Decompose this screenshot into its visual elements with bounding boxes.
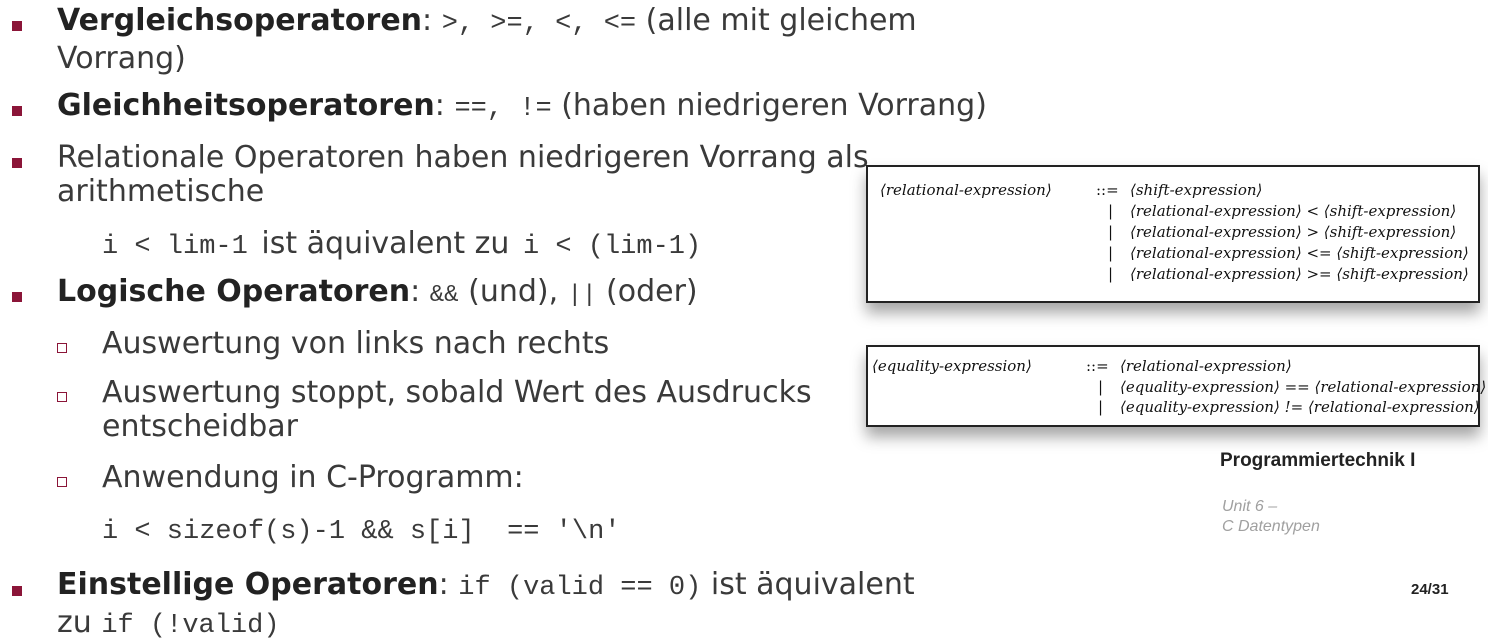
colon: : <box>434 88 445 123</box>
bullet-text: (alle mit gleichem <box>645 3 917 38</box>
code-expression: i < lim-1 <box>102 232 248 262</box>
grammar-definition-symbol: ::= <box>1096 181 1119 199</box>
operator-and: && <box>429 282 459 309</box>
bullet-marker <box>12 106 22 116</box>
bullet-relational-line1: Relationale Operatoren haben niedrigeren… <box>57 140 869 175</box>
grammar-rule: ⟨equality-expression⟩ == ⟨relational-exp… <box>1120 378 1487 396</box>
operators-code: >, >=, <, <= <box>441 9 637 39</box>
sub-bullet-short-circuit-line2: entscheidbar <box>102 409 298 444</box>
operator-or: || <box>567 282 597 309</box>
bullet-vergleichsoperatoren: Vergleichsoperatoren: >, >=, <, <= (alle… <box>57 4 917 41</box>
grammar-alternative-bar: | <box>1108 244 1114 262</box>
grammar-rule: ⟨relational-expression⟩ >= ⟨shift-expres… <box>1130 265 1469 283</box>
operators-code: ==, != <box>454 94 552 124</box>
grammar-alternative-bar: | <box>1108 265 1114 283</box>
code-expression: if (valid == 0) <box>458 573 702 603</box>
course-title: Programmiertechnik I <box>1220 450 1416 471</box>
bullet-text-line2: Vorrang) <box>57 41 186 76</box>
sub-bullet-marker <box>57 477 67 487</box>
grammar-alternative-bar: | <box>1098 398 1104 416</box>
grammar-rule: ⟨shift-expression⟩ <box>1130 181 1263 199</box>
grammar-definition-symbol: ::= <box>1086 357 1109 375</box>
term-bold: Gleichheitsoperatoren <box>57 88 435 123</box>
colon: : <box>438 567 449 602</box>
sub-bullet-evaluation-order: Auswertung von links nach rechts <box>102 326 610 361</box>
grammar-box-relational: ⟨relational-expression⟩ ::= ⟨shift-expre… <box>866 165 1480 303</box>
term-bold: Logische Operatoren <box>57 274 411 309</box>
grammar-alternative-bar: | <box>1108 223 1114 241</box>
sub-bullet-application: Anwendung in C-Programm: <box>102 460 524 495</box>
grammar-rule: ⟨relational-expression⟩ < ⟨shift-express… <box>1130 202 1457 220</box>
example-text: ist äquivalent zu <box>261 226 510 261</box>
bullet-einstellige-operatoren: Einstellige Operatoren: if (valid == 0) … <box>57 568 915 605</box>
bullet-marker <box>12 21 22 31</box>
grammar-lhs: ⟨equality-expression⟩ <box>872 357 1032 375</box>
grammar-alternative-bar: | <box>1108 202 1114 220</box>
code-example-sizeof: i < sizeof(s)-1 && s[i] == '\n' <box>102 517 621 547</box>
bullet-marker <box>12 158 22 168</box>
code-expression: if (!valid) <box>101 611 280 641</box>
bullet-text: ist äquivalent <box>710 567 915 602</box>
sub-bullet-marker <box>57 392 67 402</box>
grammar-lhs: ⟨relational-expression⟩ <box>880 181 1052 199</box>
colon: : <box>410 274 421 309</box>
code-expression: i < (lim-1) <box>522 232 702 262</box>
bullet-text: zu <box>57 605 92 640</box>
unit-label-line2: C Datentypen <box>1222 518 1320 535</box>
bullet-gleichheitsoperatoren: Gleichheitsoperatoren: ==, != (haben nie… <box>57 89 987 126</box>
grammar-alternative-bar: | <box>1098 378 1104 396</box>
grammar-rule: ⟨equality-expression⟩ != ⟨relational-exp… <box>1120 398 1480 416</box>
bullet-relational-line2: arithmetische <box>57 174 265 209</box>
sub-bullet-short-circuit-line1: Auswertung stoppt, sobald Wert des Ausdr… <box>102 375 812 410</box>
colon: : <box>422 3 433 38</box>
bullet-einstellige-line2: zu if (!valid) <box>57 606 280 643</box>
and-text: (und), <box>468 274 559 309</box>
bullet-marker <box>12 586 22 596</box>
unit-label-line1: Unit 6 – <box>1222 498 1278 515</box>
bullet-text: (haben niedrigeren Vorrang) <box>561 88 987 123</box>
bullet-marker <box>12 292 22 302</box>
grammar-rule: ⟨relational-expression⟩ > ⟨shift-express… <box>1130 223 1457 241</box>
term-bold: Vergleichsoperatoren <box>57 3 423 38</box>
sub-bullet-marker <box>57 343 67 353</box>
example-equivalence: i < lim-1 ist äquivalent zu i < (lim-1) <box>102 227 701 264</box>
grammar-rule: ⟨relational-expression⟩ <= ⟨shift-expres… <box>1130 244 1469 262</box>
grammar-rule: ⟨relational-expression⟩ <box>1120 357 1292 375</box>
page-number: 24/31 <box>1411 581 1449 598</box>
term-bold: Einstellige Operatoren <box>57 567 439 602</box>
or-text: (oder) <box>606 274 698 309</box>
bullet-logische-operatoren: Logische Operatoren: && (und), || (oder) <box>57 275 698 313</box>
grammar-box-equality: ⟨equality-expression⟩ ::= ⟨relational-ex… <box>866 345 1486 427</box>
